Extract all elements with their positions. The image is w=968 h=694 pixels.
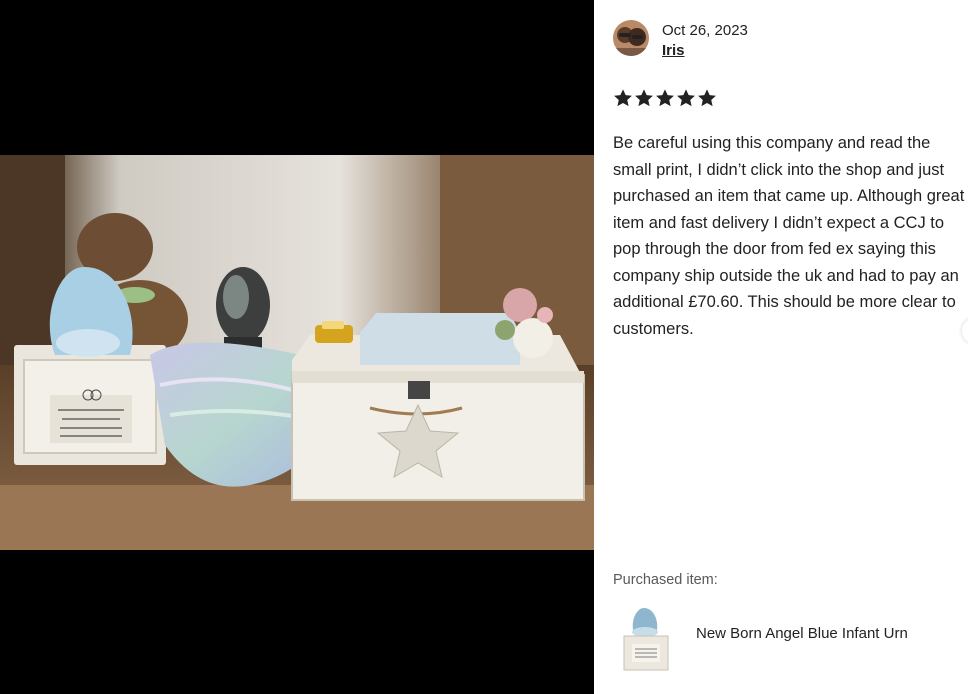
star-icon <box>635 89 653 107</box>
user-avatar[interactable] <box>613 20 649 56</box>
review-photo[interactable] <box>0 155 594 550</box>
star-icon <box>614 89 632 107</box>
review-photo-panel <box>0 0 594 694</box>
star-icon <box>677 89 695 107</box>
review-detail-view: Oct 26, 2023 Iris Be careful using this … <box>0 0 968 694</box>
purchased-item-thumbnail[interactable] <box>620 604 672 672</box>
review-card: Oct 26, 2023 Iris Be careful using this … <box>613 0 968 694</box>
reviewer-name-link[interactable]: Iris <box>662 42 685 59</box>
review-date: Oct 26, 2023 <box>662 22 748 39</box>
purchased-item-link[interactable]: New Born Angel Blue Infant Urn <box>696 625 908 642</box>
star-rating <box>613 88 717 110</box>
star-icon <box>698 89 716 107</box>
purchased-item-label: Purchased item: <box>613 572 718 588</box>
star-icon <box>656 89 674 107</box>
review-body: Be careful using this company and read t… <box>613 134 965 338</box>
